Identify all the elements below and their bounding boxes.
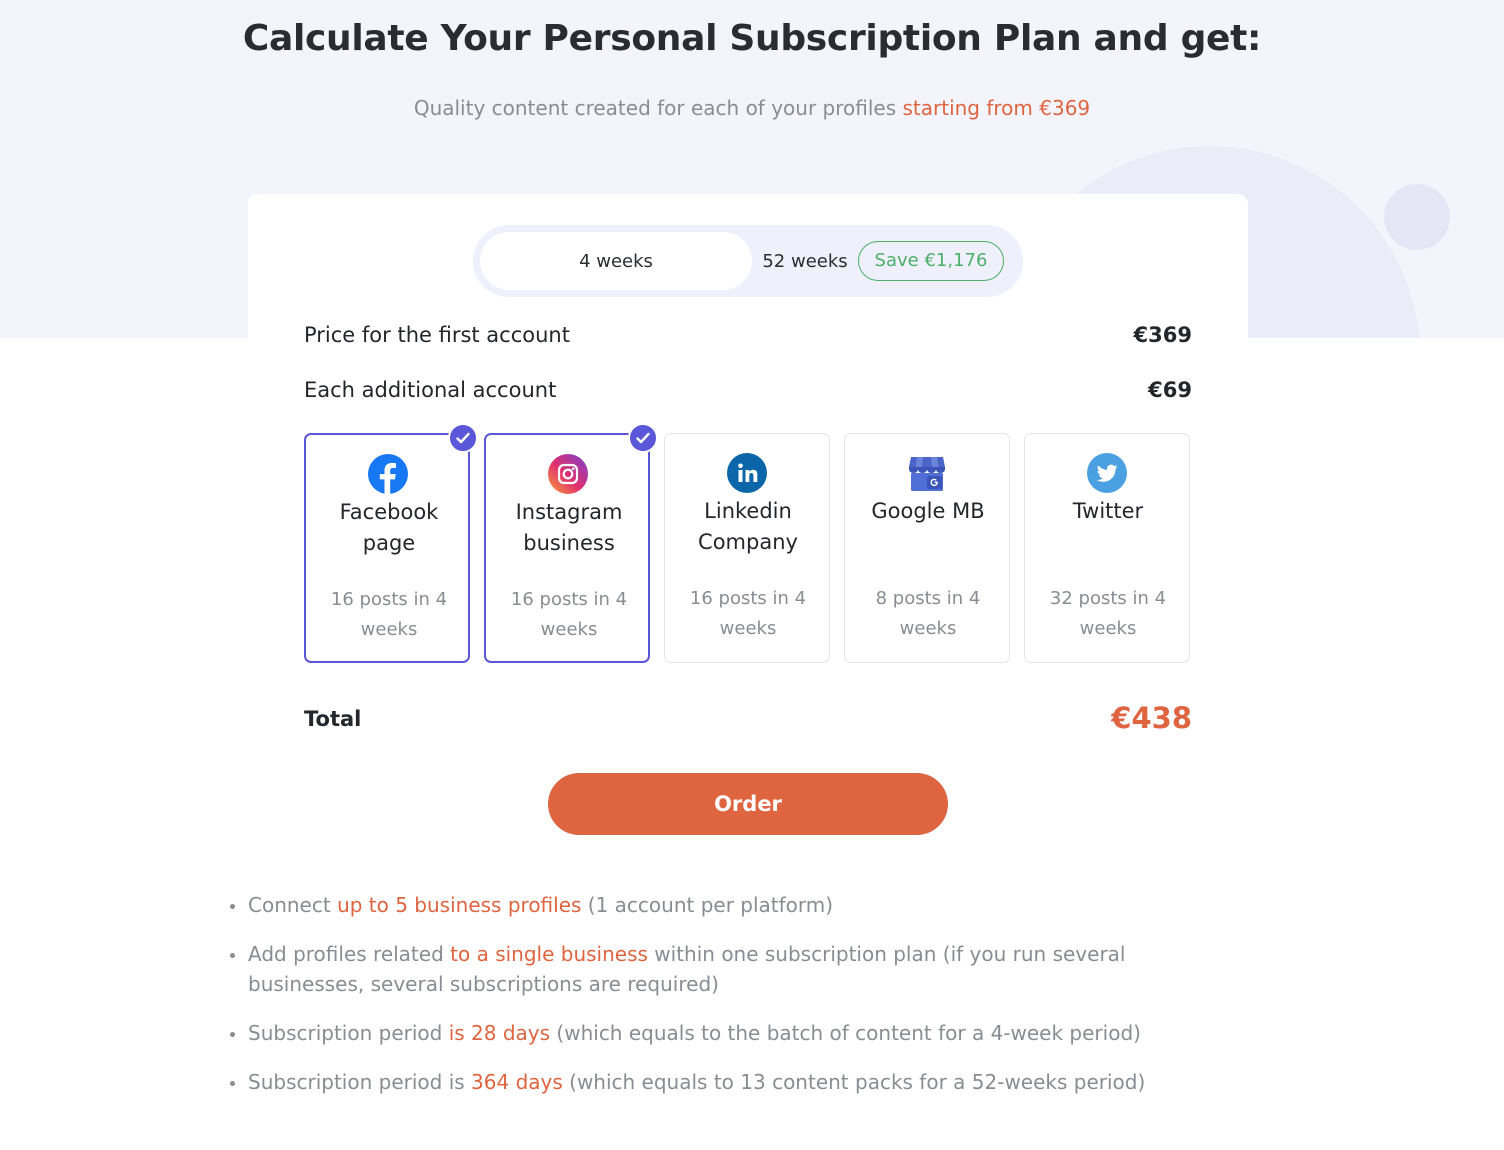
first-account-label: Price for the first account [304, 323, 570, 347]
posts-line: 8 posts in 4 [875, 588, 981, 609]
note-accent: up to 5 business profiles [337, 893, 582, 917]
save-badge: Save €1,176 [858, 241, 1004, 281]
posts-line: weeks [719, 618, 777, 639]
platform-name-line: Google MB [871, 499, 985, 523]
platform-name-line: Instagram [515, 500, 623, 524]
platform-card-google-mb[interactable]: Google MB 8 posts in 4 weeks [844, 433, 1010, 663]
platform-name-line: Company [698, 530, 798, 554]
additional-account-price-row: Each additional account €69 [304, 378, 1192, 402]
decorative-circle-small [1384, 184, 1450, 250]
checkmark-icon [448, 423, 478, 453]
total-value: €438 [1111, 701, 1192, 735]
platform-posts: 8 posts in 4 weeks [855, 584, 1001, 644]
plan-notes-list: Connect up to 5 business profiles (1 acc… [230, 890, 1240, 1116]
platform-card-linkedin[interactable]: Linkedin Company 16 posts in 4 weeks [664, 433, 830, 663]
twitter-icon [1087, 453, 1127, 493]
note-text: Subscription period [248, 1021, 449, 1045]
first-account-price-row: Price for the first account €369 [304, 323, 1192, 347]
posts-line: 16 posts in 4 [330, 589, 448, 610]
google-my-business-icon [907, 453, 947, 493]
platform-name: Linkedin Company [669, 496, 827, 558]
note-accent: to a single business [450, 942, 648, 966]
first-account-value: €369 [1133, 323, 1192, 347]
platform-name-line: Linkedin [704, 499, 792, 523]
platform-posts: 16 posts in 4 weeks [675, 584, 821, 644]
period-option-4-weeks[interactable]: 4 weeks [480, 232, 752, 290]
order-button[interactable]: Order [548, 773, 948, 835]
platform-card-facebook[interactable]: Facebook page 16 posts in 4 weeks [304, 423, 478, 663]
list-item: Subscription period is 364 days (which e… [230, 1067, 1240, 1097]
platform-name: Google MB [849, 496, 1007, 527]
platform-name: Twitter [1029, 496, 1187, 527]
platform-posts: 32 posts in 4 weeks [1035, 584, 1181, 644]
platform-name-line: page [362, 531, 416, 555]
instagram-icon [548, 454, 588, 494]
platform-posts: 16 posts in 4 weeks [316, 585, 462, 645]
list-item: Add profiles related to a single busines… [230, 939, 1240, 999]
platform-name-line: business [523, 531, 615, 555]
additional-account-value: €69 [1148, 378, 1192, 402]
checkmark-icon [628, 423, 658, 453]
note-text: Connect [248, 893, 338, 917]
facebook-icon [368, 454, 408, 494]
posts-line: weeks [540, 619, 598, 640]
total-label: Total [304, 707, 362, 731]
posts-line: 16 posts in 4 [510, 589, 628, 610]
platform-name: Facebook page [310, 497, 468, 559]
page-subtitle: Quality content created for each of your… [0, 96, 1504, 120]
platform-card-instagram[interactable]: Instagram business 16 posts in 4 weeks [484, 423, 658, 663]
posts-line: weeks [360, 619, 418, 640]
list-item: Subscription period is 28 days (which eq… [230, 1018, 1240, 1048]
platform-card-twitter[interactable]: Twitter 32 posts in 4 weeks [1024, 433, 1190, 663]
platform-name-line: Facebook [339, 500, 439, 524]
linkedin-icon [727, 453, 767, 493]
platform-name-line: Twitter [1072, 499, 1144, 523]
note-accent: is 28 days [448, 1021, 551, 1045]
page-title: Calculate Your Personal Subscription Pla… [242, 18, 1262, 59]
note-accent: 364 days [471, 1070, 563, 1094]
platform-posts: 16 posts in 4 weeks [496, 585, 642, 645]
posts-line: weeks [899, 618, 957, 639]
subtitle-accent: starting from €369 [902, 96, 1091, 120]
note-text: Add profiles related [248, 942, 451, 966]
posts-line: weeks [1079, 618, 1137, 639]
platform-name: Instagram business [490, 497, 648, 559]
calculator-card: 4 weeks 52 weeks Save €1,176 Price for t… [248, 194, 1248, 874]
posts-line: 32 posts in 4 [1049, 588, 1167, 609]
note-text: (1 account per platform) [581, 893, 834, 917]
period-option-52-weeks[interactable]: 52 weeks [760, 232, 850, 290]
note-text: (which equals to the batch of content fo… [550, 1021, 1141, 1045]
list-item: Connect up to 5 business profiles (1 acc… [230, 890, 1240, 920]
platform-list: Facebook page 16 posts in 4 weeks Instag… [304, 423, 1192, 663]
note-text: Subscription period is [248, 1070, 472, 1094]
additional-account-label: Each additional account [304, 378, 557, 402]
subtitle-text: Quality content created for each of your… [413, 96, 903, 120]
posts-line: 16 posts in 4 [689, 588, 807, 609]
note-text: (which equals to 13 content packs for a … [562, 1070, 1146, 1094]
period-toggle: 4 weeks 52 weeks Save €1,176 [473, 225, 1023, 297]
